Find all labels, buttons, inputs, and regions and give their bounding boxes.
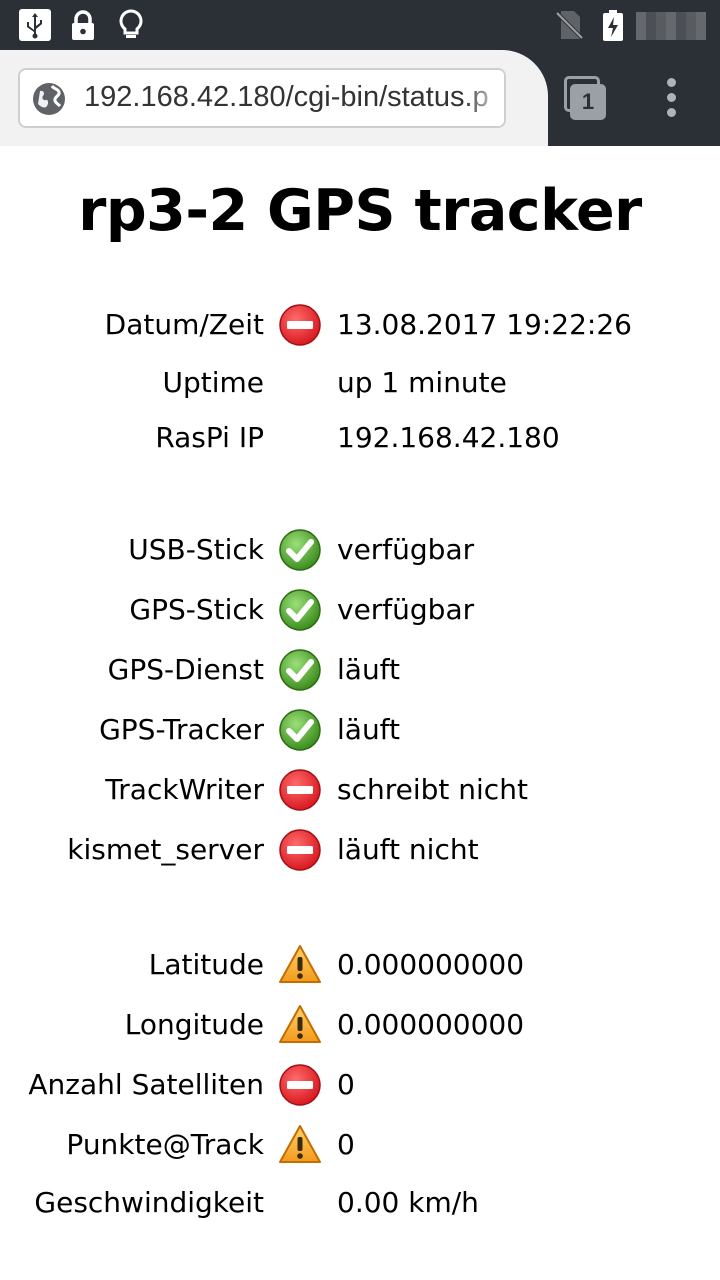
status-row: GPS-Stick verfügbar <box>0 585 720 635</box>
warning-triangle-icon <box>278 1123 322 1167</box>
status-row: Uptime up 1 minute <box>0 358 720 408</box>
tab-switcher-button[interactable]: 1 <box>560 74 608 122</box>
status-label: TrackWriter <box>105 773 264 806</box>
status-row: USB-Stick verfügbar <box>0 525 720 575</box>
no-entry-icon <box>278 1063 322 1107</box>
warning-triangle-icon <box>278 943 322 987</box>
no-entry-icon <box>278 768 322 812</box>
status-label: GPS-Dienst <box>107 653 264 686</box>
checkmark-icon <box>278 528 322 572</box>
status-value: 0 <box>337 1068 355 1101</box>
lightbulb-icon <box>119 9 143 38</box>
blurred-status-area <box>636 12 706 40</box>
address-bar[interactable]: 192.168.42.180/cgi-bin/status.p <box>18 68 506 128</box>
status-row: kismet_server läuft nicht <box>0 825 720 875</box>
checkmark-icon <box>278 588 322 632</box>
checkmark-icon <box>278 708 322 752</box>
status-row: GPS-Dienst läuft <box>0 645 720 695</box>
globe-icon <box>33 83 65 115</box>
status-value: 13.08.2017 19:22:26 <box>337 308 632 341</box>
status-label: RasPi IP <box>155 421 264 454</box>
status-label: Geschwindigkeit <box>34 1186 264 1219</box>
status-row: GPS-Tracker läuft <box>0 705 720 755</box>
no-sim-icon <box>555 11 584 40</box>
no-entry-icon <box>278 828 322 872</box>
status-value: schreibt nicht <box>337 773 528 806</box>
status-value: verfügbar <box>337 533 475 566</box>
status-value: läuft <box>337 713 401 746</box>
status-row: Datum/Zeit 13.08.2017 19:22:26 <box>0 300 720 350</box>
status-row: Geschwindigkeit 0.00 km/h <box>0 1178 720 1228</box>
status-value: 0.000000000 <box>337 948 525 981</box>
lock-icon <box>72 10 94 40</box>
browser-toolbar: 192.168.42.180/cgi-bin/status.p 1 <box>0 50 720 146</box>
status-row: Longitude 0.000000000 <box>0 1000 720 1050</box>
status-label: Anzahl Satelliten <box>28 1068 264 1101</box>
status-row: RasPi IP 192.168.42.180 <box>0 413 720 463</box>
status-label: kismet_server <box>67 833 264 866</box>
status-value: 0.00 km/h <box>337 1186 479 1219</box>
status-label: GPS-Tracker <box>99 713 264 746</box>
status-label: Latitude <box>148 948 264 981</box>
status-label: Longitude <box>124 1008 264 1041</box>
usb-debug-icon <box>19 9 51 41</box>
status-row: TrackWriter schreibt nicht <box>0 765 720 815</box>
overflow-menu-button[interactable] <box>656 78 688 118</box>
warning-triangle-icon <box>278 1003 322 1047</box>
status-row: Anzahl Satelliten 0 <box>0 1060 720 1110</box>
status-label: Punkte@Track <box>66 1128 264 1161</box>
status-value: 192.168.42.180 <box>337 421 560 454</box>
status-label: GPS-Stick <box>129 593 264 626</box>
status-value: läuft <box>337 653 401 686</box>
status-row: Latitude 0.000000000 <box>0 940 720 990</box>
tab-count: 1 <box>570 84 606 120</box>
status-label: Datum/Zeit <box>104 308 264 341</box>
status-value: 0 <box>337 1128 355 1161</box>
status-value: verfügbar <box>337 593 475 626</box>
browser-tab: 192.168.42.180/cgi-bin/status.p <box>0 50 548 146</box>
page-title: rp3-2 GPS tracker <box>78 178 642 244</box>
battery-charging-icon <box>603 10 623 41</box>
checkmark-icon <box>278 648 322 692</box>
status-value: 0.000000000 <box>337 1008 525 1041</box>
status-row: Punkte@Track 0 <box>0 1120 720 1170</box>
status-label: Uptime <box>162 366 264 399</box>
no-entry-icon <box>278 303 322 347</box>
status-value: läuft nicht <box>337 833 479 866</box>
status-bar <box>0 0 720 50</box>
status-value: up 1 minute <box>337 366 507 399</box>
status-label: USB-Stick <box>128 533 264 566</box>
url-text: 192.168.42.180/cgi-bin/status.p <box>84 81 489 113</box>
